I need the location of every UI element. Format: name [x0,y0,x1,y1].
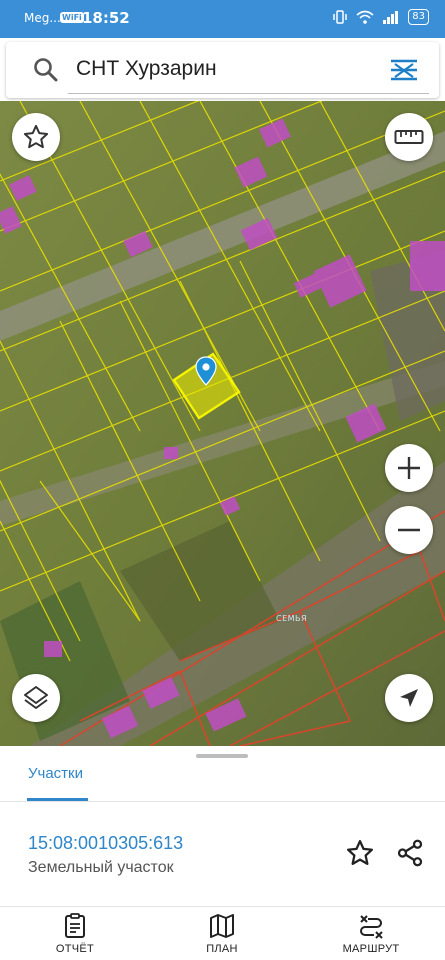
clock: 18:52 [82,9,130,27]
report-icon [65,913,85,938]
tab-parcels[interactable]: Участки [28,765,83,782]
star-icon[interactable] [345,838,375,868]
search-underline [68,93,429,94]
nav-plan-label: ПЛАН [206,943,238,955]
sheet-divider [0,801,445,802]
sheet-drag-handle[interactable] [196,754,248,758]
map-view[interactable]: СЕМЬЯ [0,101,445,746]
cadastral-number[interactable]: 15:08:0010305:613 [28,833,183,854]
layers-button[interactable] [12,674,60,722]
system-icons: 83 [332,9,429,25]
favorite-button[interactable] [12,113,60,161]
nav-route-label: МАРШРУТ [342,943,400,955]
nav-report[interactable]: ОТЧЁТ [15,911,135,955]
minus-icon [398,528,420,532]
layers-icon [24,686,48,709]
zoom-in-button[interactable] [385,444,433,492]
my-location-button[interactable] [385,674,433,722]
status-bar: Meg... WiFi 18:52 83 [0,0,445,38]
search-input[interactable]: СНТ Хурзарин [76,57,217,81]
share-icon[interactable] [395,838,425,868]
map-place-label: СЕМЬЯ [276,614,308,623]
plus-icon [398,457,420,479]
bottom-navigation: ОТЧЁТ ПЛАН МАРШРУТ [0,906,445,960]
signal-icon [383,11,399,24]
nav-report-label: ОТЧЁТ [55,943,95,955]
ruler-button[interactable] [385,113,433,161]
ruler-icon [394,130,424,144]
route-icon [360,915,383,939]
search-bar[interactable]: СНТ Хурзарин [6,42,439,98]
navigation-arrow-icon [400,689,418,707]
star-icon [23,124,49,149]
layers-filter-icon[interactable] [389,56,419,84]
parcel-type-label: Земельный участок [28,859,174,876]
vibrate-icon [333,10,348,24]
map-plan-icon [210,914,234,938]
search-icon[interactable] [32,56,60,84]
wifi-icon [356,10,374,24]
nav-plan[interactable]: ПЛАН [162,911,282,955]
nav-route[interactable]: МАРШРУТ [311,911,431,955]
zoom-out-button[interactable] [385,506,433,554]
parcel-pin-icon[interactable] [195,356,217,386]
satellite-map-layer[interactable] [0,101,445,746]
carrier-name: Meg... [24,11,61,25]
wifi-calling-icon: WiFi [60,12,84,23]
parcel-info-sheet: Участки 15:08:0010305:613 Земельный учас… [0,746,445,906]
battery-indicator: 83 [408,9,429,25]
